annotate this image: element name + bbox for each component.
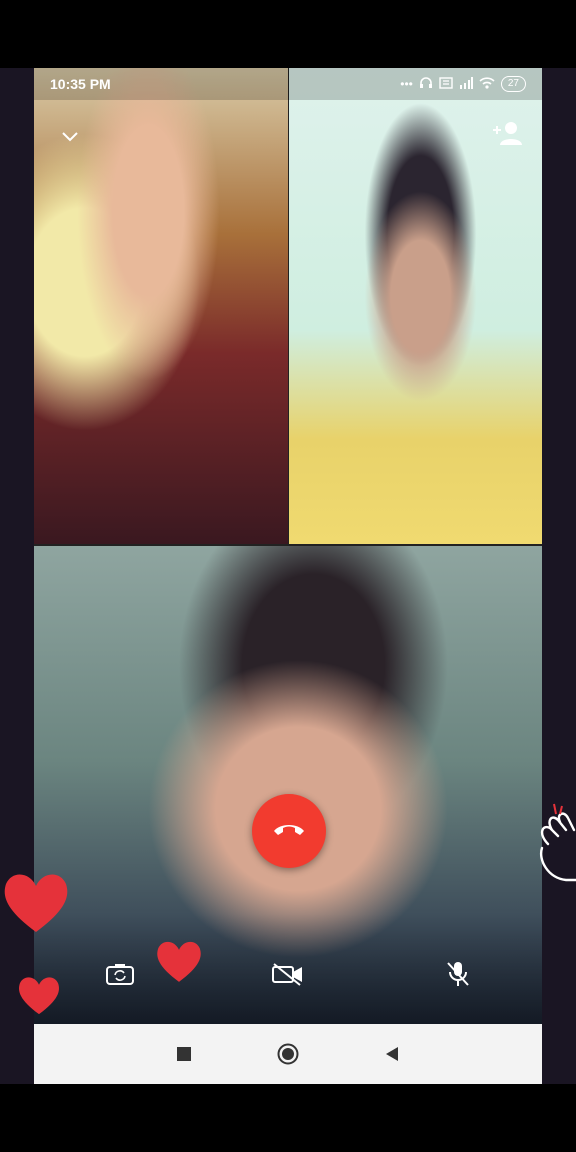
navigation-bar — [34, 1024, 542, 1084]
status-bar: 10:35 PM ••• 27 — [34, 68, 542, 100]
status-time: 10:35 PM — [50, 76, 111, 92]
end-call-icon — [272, 821, 306, 842]
status-icons: ••• 27 — [400, 76, 526, 93]
recent-apps-icon[interactable] — [172, 1042, 196, 1066]
more-dots-icon: ••• — [400, 77, 413, 91]
heart-icon — [16, 972, 62, 1023]
switch-camera-button[interactable] — [102, 958, 138, 994]
add-person-icon[interactable] — [490, 120, 524, 152]
chevron-down-icon[interactable] — [62, 126, 78, 147]
heart-icon — [152, 936, 206, 991]
headset-icon — [419, 76, 433, 93]
data-icon — [439, 76, 453, 92]
mute-button[interactable] — [440, 958, 476, 994]
video-call-screen: 10:35 PM ••• 27 — [34, 68, 542, 1084]
battery-icon: 27 — [500, 76, 526, 92]
camera-switch-icon — [106, 963, 134, 990]
back-icon[interactable] — [380, 1042, 404, 1066]
home-icon[interactable] — [276, 1042, 300, 1066]
mic-off-icon — [445, 960, 471, 993]
call-controls — [34, 948, 542, 1004]
signal-icon — [459, 76, 473, 92]
end-call-button[interactable] — [252, 794, 326, 868]
wifi-icon — [479, 76, 495, 92]
wave-hand-icon — [534, 800, 576, 891]
video-toggle-button[interactable] — [270, 958, 306, 994]
video-off-icon — [271, 962, 305, 991]
heart-icon — [0, 866, 72, 943]
